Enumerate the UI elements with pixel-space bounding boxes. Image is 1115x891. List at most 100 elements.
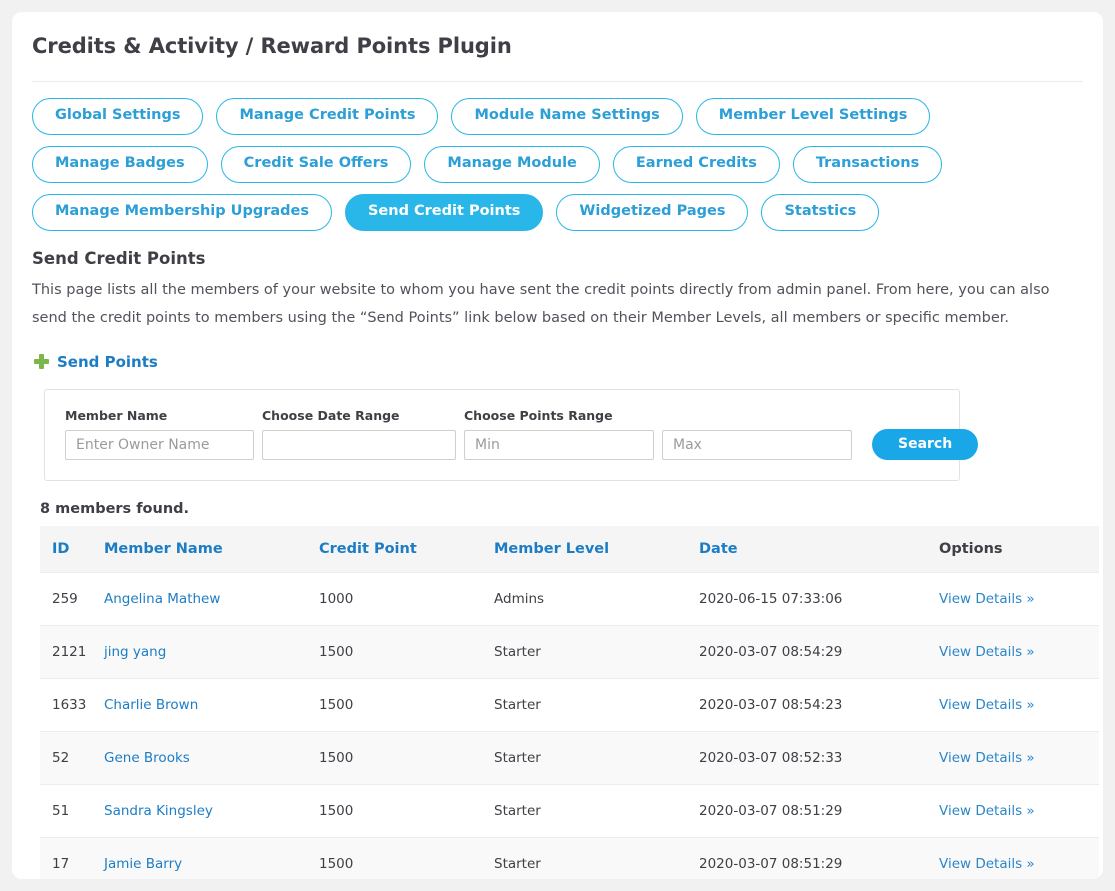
view-details-cell: View Details » <box>939 837 1099 879</box>
date-cell: 2020-03-07 08:51:29 <box>699 784 939 838</box>
date-cell: 2020-03-07 08:52:33 <box>699 731 939 785</box>
credit-point-cell: 1500 <box>319 625 494 679</box>
table-row: 52 Gene Brooks 1500 Starter 2020-03-07 08:52… <box>40 731 1099 785</box>
plus-icon <box>34 354 49 370</box>
tab-manage-module[interactable]: Manage Module <box>424 146 600 184</box>
tab-member-level-settings[interactable]: Member Level Settings <box>695 98 931 136</box>
member-level-cell: Starter <box>494 784 699 838</box>
member-name-label: Member Name <box>65 407 168 423</box>
tab-transactions[interactable]: Transactions <box>792 146 943 184</box>
view-details-cell: View Details » <box>939 625 1099 679</box>
tab-manage-credit-points[interactable]: Manage Credit Points <box>216 98 439 136</box>
points-max-input[interactable] <box>662 429 852 460</box>
tab-send-credit-points[interactable]: Send Credit Points <box>344 194 544 231</box>
table-row: 17 Jamie Barry 1500 Starter 2020-03-07 08:51… <box>40 837 1099 879</box>
member-id-cell: 259 <box>40 572 104 626</box>
table-row: 2121 jing yang 1500 Starter 2020-03-07 08:54… <box>40 625 1099 679</box>
member-name-link[interactable]: Gene Brooks <box>104 750 190 766</box>
filter-panel: Member Name Choose Date Range Choose Poi… <box>44 388 979 481</box>
points-min-field-group: Choose Points Range <box>464 408 654 460</box>
member-name-cell: Charlie Brown <box>104 678 319 732</box>
credit-point-cell: 1500 <box>319 731 494 785</box>
credit-point-cell: 1500 <box>319 678 494 732</box>
tab-global-settings[interactable]: Global Settings <box>32 98 204 136</box>
members-table: ID Member Name Credit Point Member Level… <box>40 525 1099 879</box>
member-name-link[interactable]: Jamie Barry <box>104 856 182 872</box>
view-details-cell: View Details » <box>939 572 1099 626</box>
view-details-cell: View Details » <box>939 731 1099 785</box>
column-header-name[interactable]: Member Name <box>104 525 319 573</box>
member-level-cell: Starter <box>494 625 699 679</box>
view-details-link[interactable]: View Details » <box>939 856 1035 872</box>
members-table-body: 259 Angelina Mathew 1000 Admins 2020-06-15 0… <box>40 572 1099 879</box>
member-level-cell: Starter <box>494 731 699 785</box>
member-name-cell: Sandra Kingsley <box>104 784 319 838</box>
view-details-link[interactable]: View Details » <box>939 591 1035 607</box>
member-name-cell: jing yang <box>104 625 319 679</box>
section-description: This page lists all the members of your … <box>32 282 1050 326</box>
tab-module-name-settings[interactable]: Module Name Settings <box>451 98 683 136</box>
send-points-link[interactable]: Send Points <box>57 353 158 371</box>
view-details-link[interactable]: View Details » <box>939 644 1035 660</box>
member-id-cell: 17 <box>40 837 104 879</box>
tab-manage-membership-upgrades[interactable]: Manage Membership Upgrades <box>32 194 332 231</box>
credit-point-cell: 1500 <box>319 837 494 879</box>
members-table-head: ID Member Name Credit Point Member Level… <box>40 525 1099 573</box>
member-id-cell: 2121 <box>40 625 104 679</box>
member-level-cell: Starter <box>494 837 699 879</box>
points-min-input[interactable] <box>464 429 654 460</box>
column-header-id[interactable]: ID <box>40 525 104 573</box>
points-max-field-group: . <box>662 408 852 460</box>
column-header-points[interactable]: Credit Point <box>319 525 494 573</box>
member-name-cell: Angelina Mathew <box>104 572 319 626</box>
page-title: Credits & Activity / Reward Points Plugi… <box>32 34 1083 83</box>
member-level-cell: Admins <box>494 572 699 626</box>
page-card: Credits & Activity / Reward Points Plugi… <box>12 12 1103 879</box>
date-cell: 2020-06-15 07:33:06 <box>699 572 939 626</box>
date-cell: 2020-03-07 08:54:23 <box>699 678 939 732</box>
member-name-input[interactable] <box>65 429 254 460</box>
view-details-cell: View Details » <box>939 678 1099 732</box>
date-cell: 2020-03-07 08:51:29 <box>699 837 939 879</box>
table-row: 1633 Charlie Brown 1500 Starter 2020-03-07 0… <box>40 678 1099 732</box>
send-points-row: Send Points <box>12 333 1103 371</box>
table-header-row: ID Member Name Credit Point Member Level… <box>40 525 1099 573</box>
member-id-cell: 51 <box>40 784 104 838</box>
filter-row: Member Name Choose Date Range Choose Poi… <box>65 408 979 460</box>
results-count: 8 members found. <box>40 500 190 517</box>
column-header-date[interactable]: Date <box>699 525 939 573</box>
tab-statstics[interactable]: Statstics <box>761 194 880 231</box>
member-name-link[interactable]: Angelina Mathew <box>104 591 220 607</box>
view-details-link[interactable]: View Details » <box>939 750 1035 766</box>
member-name-cell: Gene Brooks <box>104 731 319 785</box>
tab-manage-badges[interactable]: Manage Badges <box>32 146 208 184</box>
view-details-link[interactable]: View Details » <box>939 697 1035 713</box>
table-row: 259 Angelina Mathew 1000 Admins 2020-06-15 0… <box>40 572 1099 626</box>
member-id-cell: 52 <box>40 731 104 785</box>
member-name-link[interactable]: Sandra Kingsley <box>104 803 213 819</box>
table-row: 51 Sandra Kingsley 1500 Starter 2020-03-07 0… <box>40 784 1099 838</box>
view-details-link[interactable]: View Details » <box>939 803 1035 819</box>
member-level-cell: Starter <box>494 678 699 732</box>
view-details-cell: View Details » <box>939 784 1099 838</box>
tab-earned-credits[interactable]: Earned Credits <box>612 146 780 184</box>
column-header-level[interactable]: Member Level <box>494 525 699 573</box>
member-name-cell: Jamie Barry <box>104 837 319 879</box>
search-button[interactable]: Search <box>872 428 979 460</box>
member-name-link[interactable]: jing yang <box>104 644 166 660</box>
points-range-label: Choose Points Range <box>464 407 613 423</box>
member-id-cell: 1633 <box>40 678 104 732</box>
date-cell: 2020-03-07 08:54:29 <box>699 625 939 679</box>
member-name-link[interactable]: Charlie Brown <box>104 697 198 713</box>
member-name-field-group: Member Name <box>65 408 254 460</box>
section-intro: Send Credit Points This page lists all t… <box>12 231 1103 333</box>
section-title: Send Credit Points <box>32 249 206 268</box>
credit-point-cell: 1000 <box>319 572 494 626</box>
date-range-input[interactable] <box>262 429 456 460</box>
page-header: Credits & Activity / Reward Points Plugi… <box>12 12 1103 83</box>
tab-credit-sale-offers[interactable]: Credit Sale Offers <box>220 146 412 184</box>
tab-widgetized-pages[interactable]: Widgetized Pages <box>556 194 749 231</box>
credit-point-cell: 1500 <box>319 784 494 838</box>
tab-bar: Global Settings Manage Credit Points Modul… <box>12 82 1052 231</box>
date-range-field-group: Choose Date Range <box>262 408 456 460</box>
